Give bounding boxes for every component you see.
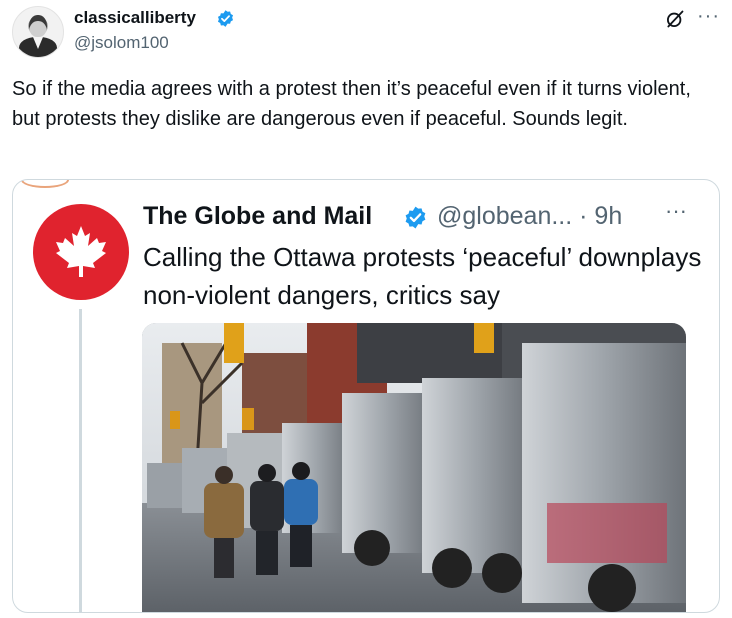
maple-leaf-icon xyxy=(56,226,106,277)
trucks-convoy-image xyxy=(142,323,686,612)
quoted-display-name[interactable]: The Globe and Mail xyxy=(143,202,372,231)
globe-logo-avatar[interactable] xyxy=(33,204,129,300)
verified-badge-icon xyxy=(217,10,234,27)
cropped-fragment xyxy=(21,180,69,188)
display-name[interactable]: classicalliberty xyxy=(74,8,196,28)
thread-line xyxy=(79,309,82,612)
more-icon[interactable]: ··· xyxy=(697,5,720,28)
news-photo[interactable] xyxy=(142,323,686,612)
avatar[interactable] xyxy=(12,6,64,58)
more-icon[interactable]: ··· xyxy=(665,198,687,224)
verified-badge-icon xyxy=(405,206,426,229)
quoted-headline: Calling the Ottawa protests ‘peaceful’ d… xyxy=(143,242,702,310)
grok-icon[interactable] xyxy=(665,9,685,29)
tweet-text: So if the media agrees with a protest th… xyxy=(12,78,691,130)
quoted-handle-time[interactable]: @globean... · 9h xyxy=(437,202,622,231)
quoted-tweet[interactable]: The Globe and Mail @globean... · 9h ··· … xyxy=(12,179,720,613)
handle[interactable]: @jsolom100 xyxy=(74,33,169,53)
tweet-card: classicalliberty @jsolom100 ··· So if th… xyxy=(0,0,732,618)
